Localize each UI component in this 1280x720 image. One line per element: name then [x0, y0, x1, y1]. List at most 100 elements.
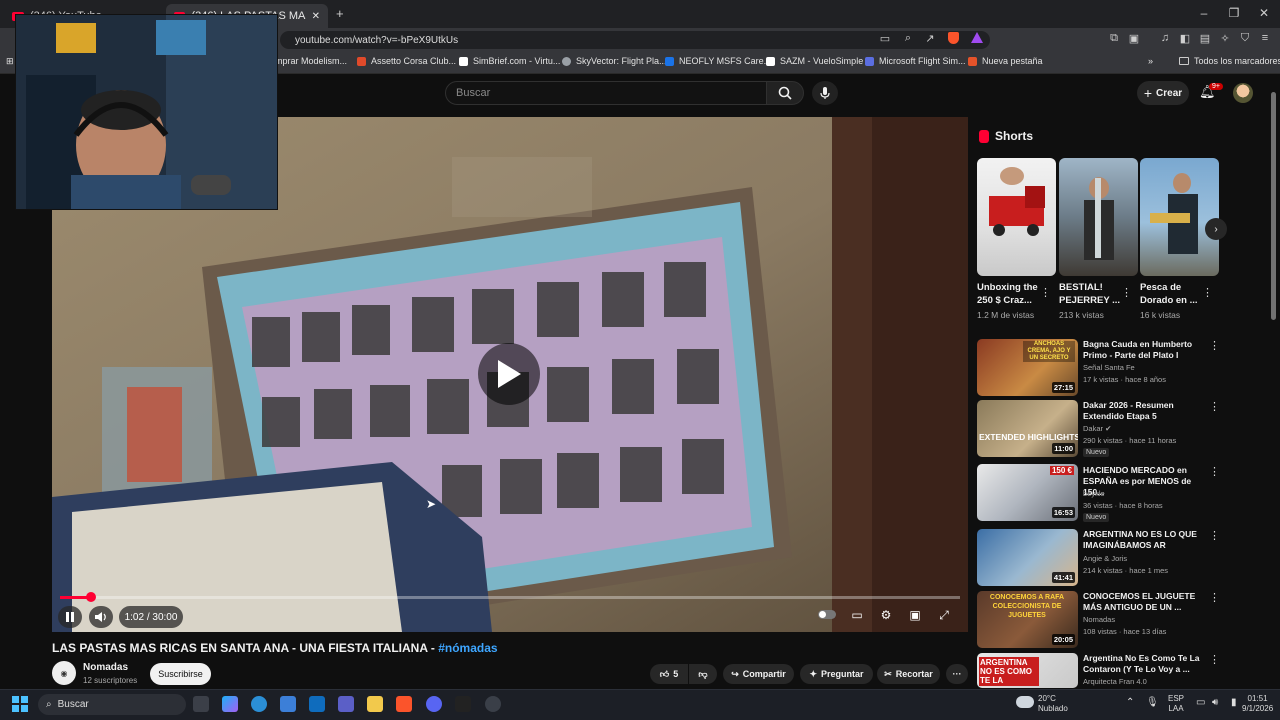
video-thumbnail[interactable]: ARGENTINA NO ES COMO TE LA — [977, 653, 1078, 688]
minimize-button[interactable]: – — [1196, 6, 1212, 20]
more-bookmarks-icon[interactable]: » — [1148, 56, 1153, 66]
short-thumbnail[interactable] — [1059, 158, 1138, 276]
more-options-icon[interactable]: ⋮ — [1040, 286, 1051, 299]
more-options-icon[interactable]: ⋮ — [1209, 465, 1220, 478]
screenshot-icon[interactable]: ▣ — [1127, 32, 1141, 45]
copilot-icon[interactable] — [222, 696, 238, 712]
app-icon[interactable] — [455, 696, 471, 712]
dislike-button[interactable]: 👎︎ — [689, 664, 717, 684]
video-thumbnail[interactable]: 41:41 — [977, 529, 1078, 586]
app-icon[interactable] — [485, 696, 501, 712]
channel-name[interactable]: Dakar ✔ — [1083, 424, 1111, 433]
clip-button[interactable]: ✂ Recortar — [877, 664, 940, 684]
subtitles-icon[interactable]: ▭ — [847, 608, 867, 622]
more-options-icon[interactable]: ⋮ — [1209, 339, 1220, 352]
edge-icon[interactable] — [251, 696, 267, 712]
channel-name[interactable]: Nomadas — [83, 662, 128, 673]
sidebar-icon[interactable]: ◧ — [1178, 32, 1192, 45]
bookmark-item[interactable]: SkyVector: Flight Pla... — [562, 56, 667, 66]
progress-bar[interactable] — [60, 596, 960, 599]
all-bookmarks-folder[interactable]: Todos los marcadores — [1179, 56, 1280, 66]
channel-name[interactable]: Angie & Joris — [1083, 554, 1127, 563]
channel-name[interactable]: Nomadas — [1083, 615, 1115, 624]
maximize-button[interactable]: ❐ — [1226, 6, 1242, 20]
progress-scrubber-handle[interactable] — [85, 592, 96, 602]
new-tab-button[interactable]: + — [336, 6, 344, 21]
shorts-next-button[interactable]: › — [1205, 218, 1227, 240]
store-icon[interactable] — [280, 696, 296, 712]
video-title-link[interactable]: Argentina No Es Como Te La Contaron (Y T… — [1083, 653, 1207, 675]
ask-button[interactable]: ✦ Preguntar — [800, 664, 873, 684]
bookmark-item[interactable]: Nueva pestaña — [968, 56, 1043, 66]
vpn-icon[interactable]: ⛉ — [1238, 32, 1252, 45]
extensions-icon[interactable]: ⧉ — [1107, 32, 1121, 45]
more-actions-button[interactable]: ··· — [946, 664, 968, 684]
video-title-link[interactable]: CONOCEMOS EL JUGUETE MÁS ANTIGUO DE UN .… — [1083, 591, 1207, 613]
file-explorer-icon[interactable] — [367, 696, 383, 712]
voice-search-button[interactable] — [812, 81, 838, 105]
page-scrollbar[interactable] — [1271, 92, 1276, 320]
search-input[interactable]: Buscar — [445, 81, 767, 105]
theater-mode-icon[interactable]: ▣ — [905, 608, 925, 622]
clock[interactable]: 01:51 9/1/2026 — [1242, 694, 1273, 714]
more-options-icon[interactable]: ⋮ — [1121, 286, 1132, 299]
bookmark-item[interactable]: Assetto Corsa Club... — [357, 56, 456, 66]
more-options-icon[interactable]: ⋮ — [1202, 286, 1213, 299]
speaker-icon[interactable]: 🔊︎ — [1212, 698, 1218, 708]
play-button[interactable] — [478, 343, 540, 405]
more-options-icon[interactable]: ⋮ — [1209, 591, 1220, 604]
video-title-link[interactable]: Dakar 2026 - Resumen Extendido Etapa 5 — [1083, 400, 1207, 422]
media-icon[interactable]: ♫ — [1158, 32, 1172, 44]
bookmark-item[interactable]: mprar Modelism... — [275, 56, 347, 66]
more-options-icon[interactable]: ⋮ — [1209, 400, 1220, 413]
video-thumbnail[interactable]: 150 € 16:53 — [977, 464, 1078, 521]
teams-icon[interactable] — [338, 696, 354, 712]
video-thumbnail[interactable]: EXTENDED HIGHLIGHTS 11:00 — [977, 400, 1078, 457]
video-title-link[interactable]: ARGENTINA NO ES LO QUE IMAGINÁBAMOS AR — [1083, 529, 1207, 551]
wallet-icon[interactable]: ▤ — [1198, 32, 1212, 45]
apps-grid-icon[interactable]: ⊞ — [6, 56, 14, 67]
brave-rewards-icon[interactable] — [970, 32, 984, 46]
bookmark-item[interactable]: Microsoft Flight Sim... — [865, 56, 966, 66]
close-window-button[interactable]: ✕ — [1256, 6, 1272, 20]
close-tab-icon[interactable]: ✕ — [312, 11, 320, 22]
video-thumbnail[interactable]: CONOCEMOS A RAFA COLECCIONISTA DE JUGUET… — [977, 591, 1078, 648]
account-avatar[interactable] — [1233, 83, 1253, 103]
autoplay-toggle[interactable] — [817, 608, 837, 622]
pause-button[interactable] — [58, 606, 82, 628]
short-title[interactable]: Unboxing the 250 $ Craz... — [977, 281, 1039, 307]
short-title[interactable]: Pesca de Dorado en ... — [1140, 281, 1202, 307]
channel-name[interactable]: Arquitecta Fran 4.0 — [1083, 677, 1147, 686]
channel-avatar[interactable]: ◉ — [52, 661, 76, 685]
like-button[interactable]: 👍︎ 5 — [650, 664, 688, 684]
windows-start-icon[interactable] — [12, 696, 28, 717]
share-button[interactable]: ↪ Compartir — [723, 664, 794, 684]
menu-icon[interactable]: ≡ — [1258, 32, 1272, 44]
tray-overflow-icon[interactable]: ⌃ — [1126, 698, 1134, 708]
microphone-tray-icon[interactable]: 🎙︎ — [1146, 698, 1159, 708]
short-thumbnail[interactable] — [1140, 158, 1219, 276]
subscribe-button[interactable]: Suscribirse — [150, 663, 211, 685]
language-indicator[interactable]: ESP LAA — [1168, 694, 1184, 714]
more-options-icon[interactable]: ⋮ — [1209, 653, 1220, 666]
fullscreen-icon[interactable]: ⤢ — [934, 608, 954, 623]
share-icon[interactable]: ↗ — [923, 32, 937, 45]
taskbar-search[interactable]: ⌕ Buscar — [38, 694, 186, 715]
bookmark-item[interactable]: NEOFLY MSFS Care... — [665, 56, 771, 66]
bookmark-item[interactable]: SAZM - VueloSimple — [766, 56, 863, 66]
search-button[interactable] — [766, 81, 804, 105]
brave-shield-icon[interactable] — [946, 32, 960, 47]
outlook-icon[interactable] — [309, 696, 325, 712]
bookmark-item[interactable]: SimBrief.com - Virtu... — [459, 56, 560, 66]
zoom-icon[interactable]: ⌕ — [901, 32, 915, 45]
channel-name[interactable]: Señal Santa Fe — [1083, 363, 1135, 372]
brave-browser-icon[interactable] — [396, 696, 412, 712]
settings-gear-icon[interactable]: ⚙ — [876, 608, 896, 622]
short-thumbnail[interactable] — [977, 158, 1056, 276]
hashtag-link[interactable]: #nómadas — [438, 641, 497, 655]
task-view-icon[interactable] — [193, 696, 209, 712]
video-thumbnail[interactable]: ANCHOAS CREMA, AJO Y UN SECRETO 27:15 — [977, 339, 1078, 396]
weather-widget[interactable]: 20°C Nublado — [1038, 694, 1068, 714]
create-button[interactable]: + Crear — [1137, 81, 1189, 105]
network-icon[interactable]: ▭ — [1196, 698, 1205, 708]
